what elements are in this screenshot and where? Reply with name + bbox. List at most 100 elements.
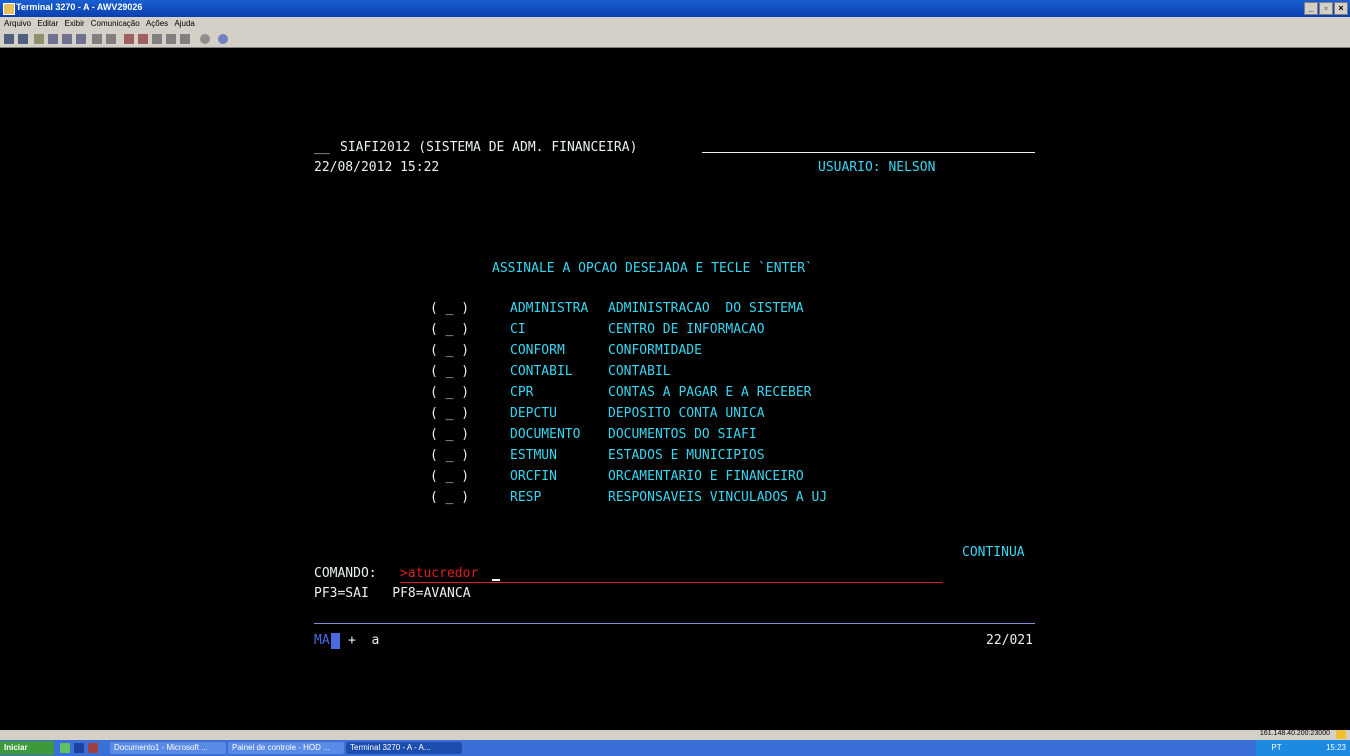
maximize-button[interactable]: ▫ [1319,2,1333,15]
command-input[interactable]: >atucredor [400,566,943,583]
pf-keys: PF3=SAI PF8=AVANCA [314,586,471,601]
menu-exibir[interactable]: Exibir [65,19,85,28]
taskbar-item-documento1[interactable]: Documento1 - Microsoft ... [110,742,226,754]
settings-icon[interactable] [180,34,190,44]
quicklaunch-icon[interactable] [88,743,98,753]
option-selector[interactable]: ( _ ) [430,301,469,316]
play-icon[interactable] [138,34,148,44]
copy-icon[interactable] [4,34,14,44]
option-description: ESTADOS E MUNICIPIOS [608,448,765,463]
quicklaunch-icon[interactable] [60,743,70,753]
option-selector[interactable]: ( _ ) [430,322,469,337]
close-button[interactable]: × [1334,2,1348,15]
paste-special-icon[interactable] [76,34,86,44]
option-row[interactable]: ( _ ) CONTABIL CONTABIL [430,364,671,380]
oia-separator [314,623,1035,624]
option-selector[interactable]: ( _ ) [430,406,469,421]
option-row[interactable]: ( _ ) CPR CONTAS A PAGAR E A RECEBER [430,385,812,401]
text-cursor [492,579,500,581]
menu-arquivo[interactable]: Arquivo [4,19,31,28]
oia-mode: MA [314,633,330,648]
file-transfer-icon[interactable] [166,34,176,44]
record-icon[interactable] [124,34,134,44]
option-description: DOCUMENTOS DO SIAFI [608,427,757,442]
option-code: CONFORM [510,343,565,358]
language-indicator[interactable]: PT [1271,743,1281,752]
minimize-button[interactable]: _ [1304,2,1318,15]
command-label: COMANDO: [314,566,377,581]
option-row[interactable]: ( _ ) CI CENTRO DE INFORMACAO [430,322,765,338]
status-bar: 161.148.40.200:23000 [0,730,1350,740]
cut-icon[interactable] [48,34,58,44]
macro-icon[interactable] [152,34,162,44]
system-title: SIAFI2012 (SISTEMA DE ADM. FINANCEIRA) [340,140,638,155]
option-code: ESTMUN [510,448,557,463]
paste-icon[interactable] [18,34,28,44]
option-code: RESP [510,490,542,505]
system-tray: PT 15:23 [1256,740,1350,756]
option-selector[interactable]: ( _ ) [430,490,469,505]
lock-icon [1336,730,1346,739]
option-code: DEPCTU [510,406,557,421]
taskbar-item-terminal[interactable]: Terminal 3270 - A - A... [346,742,462,754]
terminal-screen[interactable]: __ SIAFI2012 (SISTEMA DE ADM. FINANCEIRA… [0,48,1350,730]
color-icon[interactable] [200,34,210,44]
clock: 15:23 [1325,743,1346,752]
option-description: CONTABIL [608,364,671,379]
taskbar-item-painel[interactable]: Painel de controle - HOD ... [228,742,344,754]
option-description: RESPONSAVEIS VINCULADOS A UJ [608,490,828,505]
taskbar: Iniciar Documento1 - Microsoft ... Paine… [0,740,1350,756]
option-description: CONTAS A PAGAR E A RECEBER [608,385,812,400]
menu-bar: Arquivo Editar Exibir Comunicação Ações … [0,17,1350,31]
option-code: CI [510,322,526,337]
display-icon[interactable] [106,34,116,44]
option-selector[interactable]: ( _ ) [430,385,469,400]
window-title: Terminal 3270 - A - AWV29026 [16,2,143,12]
option-code: DOCUMENTO [510,427,581,442]
option-row[interactable]: ( _ ) ORCFIN ORCAMENTARIO E FINANCEIRO [430,469,804,485]
header-prefix: __ [314,140,330,155]
window-titlebar[interactable]: Terminal 3270 - A - AWV29026 _ ▫ × [0,0,1350,17]
option-code: CPR [510,385,534,400]
menu-editar[interactable]: Editar [37,19,58,28]
option-row[interactable]: ( _ ) DOCUMENTO DOCUMENTOS DO SIAFI [430,427,757,443]
help-icon[interactable] [218,34,228,44]
option-description: CENTRO DE INFORMACAO [608,322,765,337]
option-code: ORCFIN [510,469,557,484]
option-row[interactable]: ( _ ) ADMINISTRA ADMINISTRACAO DO SISTEMA [430,301,804,317]
terminal-app-icon [3,3,15,15]
option-row[interactable]: ( _ ) ESTMUN ESTADOS E MUNICIPIOS [430,448,765,464]
window-controls: _ ▫ × [1304,2,1348,15]
header-rule [702,152,1035,153]
user-label: USUARIO: NELSON [818,160,936,175]
instruction-text: ASSINALE A OPCAO DESEJADA E TECLE `ENTER… [492,261,813,276]
option-row[interactable]: ( _ ) RESP RESPONSAVEIS VINCULADOS A UJ [430,490,827,506]
continua-label: CONTINUA [962,545,1025,560]
menu-acoes[interactable]: Ações [146,19,168,28]
oia-indicators: + a [348,633,380,648]
option-selector[interactable]: ( _ ) [430,343,469,358]
clipboard-icon[interactable] [62,34,72,44]
cursor-position: 22/021 [986,633,1033,648]
quicklaunch-icon[interactable] [74,743,84,753]
option-description: DEPOSITO CONTA UNICA [608,406,765,421]
option-description: ORCAMENTARIO E FINANCEIRO [608,469,804,484]
option-selector[interactable]: ( _ ) [430,364,469,379]
option-selector[interactable]: ( _ ) [430,427,469,442]
host-address: 161.148.40.200:23000 [1259,730,1330,737]
menu-comunicacao[interactable]: Comunicação [91,19,140,28]
option-code: CONTABIL [510,364,573,379]
print-icon[interactable] [34,34,44,44]
option-row[interactable]: ( _ ) DEPCTU DEPOSITO CONTA UNICA [430,406,765,422]
screen-datetime: 22/08/2012 15:22 [314,160,440,175]
option-row[interactable]: ( _ ) CONFORM CONFORMIDADE [430,343,702,359]
option-selector[interactable]: ( _ ) [430,469,469,484]
option-code: ADMINISTRA [510,301,589,316]
option-selector[interactable]: ( _ ) [430,448,469,463]
oia-cursor-block [331,633,340,649]
option-description: ADMINISTRACAO DO SISTEMA [608,301,804,316]
menu-ajuda[interactable]: Ajuda [174,19,194,28]
start-button[interactable]: Iniciar [0,741,54,755]
option-description: CONFORMIDADE [608,343,702,358]
keypad-icon[interactable] [92,34,102,44]
